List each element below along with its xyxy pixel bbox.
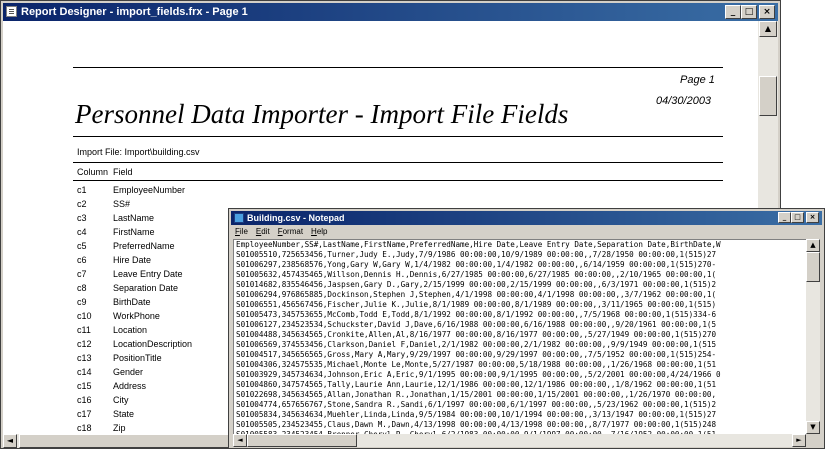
notepad-text-line: S01005473,345753655,McComb,Todd E,Todd,8… [236, 310, 717, 319]
notepad-text-line: S01004488,345634565,Cronkite,Allen,Al,8/… [236, 330, 717, 339]
report-designer-app-icon [6, 6, 17, 17]
notepad-scroll-down-button[interactable]: ▼ [806, 421, 820, 434]
maximize-button[interactable]: □ [741, 5, 757, 19]
report-field-name: Hire Date [113, 255, 152, 265]
report-field-column-code: c11 [77, 325, 91, 335]
notepad-text-line: S01005834,345634634,Muehler,Linda,Linda,… [236, 410, 717, 419]
report-field-column-code: c14 [77, 367, 92, 377]
scroll-up-button[interactable]: ▲ [759, 21, 777, 37]
report-field-name: City [113, 395, 129, 405]
report-field-name: SS# [113, 199, 131, 209]
notepad-maximize-button[interactable]: □ [791, 212, 804, 223]
notepad-scroll-left-button[interactable]: ◄ [233, 434, 247, 447]
menu-format[interactable]: Format [278, 225, 303, 238]
notepad-text-line: S01003929,345734634,Johnson,Eric A,Eric,… [236, 370, 721, 379]
report-field-name: Location [113, 325, 148, 335]
report-field-name: FirstName [113, 227, 155, 237]
report-field-name: Leave Entry Date [113, 269, 183, 279]
notepad-text-line: S01004306,324575535,Michael,Monte Le,Mon… [236, 360, 717, 369]
report-field-column-code: c2 [77, 199, 87, 209]
report-field-column-code: c7 [77, 269, 87, 279]
notepad-text-line: S01006569,374553456,Clarkson,Daniel F,Da… [236, 340, 717, 349]
report-field-column-code: c6 [77, 255, 87, 265]
notepad-title: Building.csv - Notepad [247, 213, 345, 223]
notepad-text-line: S01022698,345634565,Allan,Jonathan R.,Jo… [236, 390, 717, 399]
report-designer-title: Report Designer - import_fields.frx - Pa… [21, 6, 248, 18]
report-field-column-code: c15 [77, 381, 92, 391]
notepad-text-line: S01005632,457435465,Willson,Dennis H.,De… [236, 270, 717, 279]
notepad-horizontal-scroll-thumb[interactable] [247, 434, 357, 447]
report-field-column-code: c18 [77, 423, 92, 433]
report-vertical-scroll-thumb[interactable] [759, 76, 777, 116]
report-field-name: PreferredName [113, 241, 175, 251]
close-button[interactable]: × [759, 5, 775, 19]
menu-file[interactable]: File [235, 225, 248, 238]
report-designer-window-buttons: _ □ × [725, 5, 775, 19]
notepad-window-buttons: _ □ × [778, 212, 819, 223]
minimize-button[interactable]: _ [725, 5, 741, 19]
report-field-name: Address [113, 381, 147, 391]
notepad-text-line: S01014682,835546456,Jaspsen,Gary D.,Gary… [236, 280, 717, 289]
report-field-name: Gender [113, 367, 144, 377]
report-field-column-code: c17 [77, 409, 92, 419]
report-page-number: Page 1 [680, 74, 715, 86]
column-header-column: Column [77, 167, 109, 177]
notepad-text-line: S01004860,347574565,Tally,Laurie Ann,Lau… [236, 380, 717, 389]
report-field-name: PositionTitle [113, 353, 162, 363]
notepad-text-line: EmployeeNumber,SS#,LastName,FirstName,Pr… [236, 240, 721, 249]
report-field-name: Separation Date [113, 283, 179, 293]
report-title: Personnel Data Importer - Import File Fi… [75, 99, 569, 129]
report-field-name: Zip [113, 423, 126, 433]
menu-edit[interactable]: Edit [256, 225, 270, 238]
notepad-text-line: S01004774,657656767,Stone,Sandra R.,Sand… [236, 400, 717, 409]
notepad-text-line: S01006294,976865885,Dockinson,Stephen J,… [236, 290, 717, 299]
report-field-column-code: c16 [77, 395, 92, 405]
notepad-text-line: S01006127,234523534,Schuckster,David J,D… [236, 320, 717, 329]
notepad-text-line: S01005505,234523455,Claus,Dawn M.,Dawn,4… [236, 420, 717, 429]
scroll-left-button[interactable]: ◄ [3, 434, 17, 448]
notepad-scroll-right-button[interactable]: ► [792, 434, 806, 447]
notepad-text-area[interactable]: EmployeeNumber,SS#,LastName,FirstName,Pr… [233, 239, 806, 434]
report-field-name: State [113, 409, 135, 419]
notepad-text-line: S01006297,238568576,Yong,Gary W,Gary W,1… [236, 260, 717, 269]
report-field-column-code: c5 [77, 241, 87, 251]
report-date: 04/30/2003 [656, 95, 712, 107]
report-field-column-code: c9 [77, 297, 87, 307]
notepad-close-button[interactable]: × [806, 212, 819, 223]
column-header-field: Field [113, 167, 133, 177]
report-import-file-label: Import File: Import\building.csv [77, 147, 200, 157]
notepad-vertical-scrollbar[interactable]: ▲ ▼ [806, 239, 820, 434]
report-field-column-code: c3 [77, 213, 87, 223]
report-field-name: BirthDate [113, 297, 151, 307]
notepad-window: Building.csv - Notepad _ □ × File Edit F… [228, 208, 825, 449]
notepad-text-line: S01004517,345656565,Gross,Mary A,Mary,9/… [236, 350, 717, 359]
notepad-scroll-up-button[interactable]: ▲ [806, 239, 820, 252]
notepad-titlebar[interactable]: Building.csv - Notepad _ □ × [231, 211, 822, 225]
report-top-rule [73, 67, 723, 68]
report-field-column-code: c1 [77, 185, 87, 195]
report-field-name: WorkPhone [113, 311, 160, 321]
report-field-column-code: c4 [77, 227, 87, 237]
report-field-name: LastName [113, 213, 155, 223]
notepad-text-line: S01005510,725653456,Turner,Judy E.,Judy,… [236, 250, 717, 259]
notepad-vertical-scroll-thumb[interactable] [806, 252, 820, 282]
report-header-top-rule [73, 162, 723, 163]
report-designer-titlebar[interactable]: Report Designer - import_fields.frx - Pa… [3, 3, 778, 21]
report-title-rule [73, 136, 723, 137]
report-field-column-code: c10 [77, 311, 92, 321]
report-field-column-code: c8 [77, 283, 87, 293]
report-field-column-code: c12 [77, 339, 92, 349]
report-field-name: LocationDescription [113, 339, 193, 349]
report-field-column-code: c13 [77, 353, 92, 363]
report-field-name: EmployeeNumber [113, 185, 186, 195]
notepad-menubar: File Edit Format Help [231, 225, 822, 238]
menu-help[interactable]: Help [311, 225, 327, 238]
notepad-horizontal-scrollbar[interactable]: ◄ ► [233, 434, 806, 447]
notepad-minimize-button[interactable]: _ [778, 212, 791, 223]
notepad-text-line: S01006551,456567456,Fischer,Julie K.,Jul… [236, 300, 717, 309]
notepad-app-icon [234, 213, 244, 223]
report-header-bottom-rule [73, 180, 723, 181]
